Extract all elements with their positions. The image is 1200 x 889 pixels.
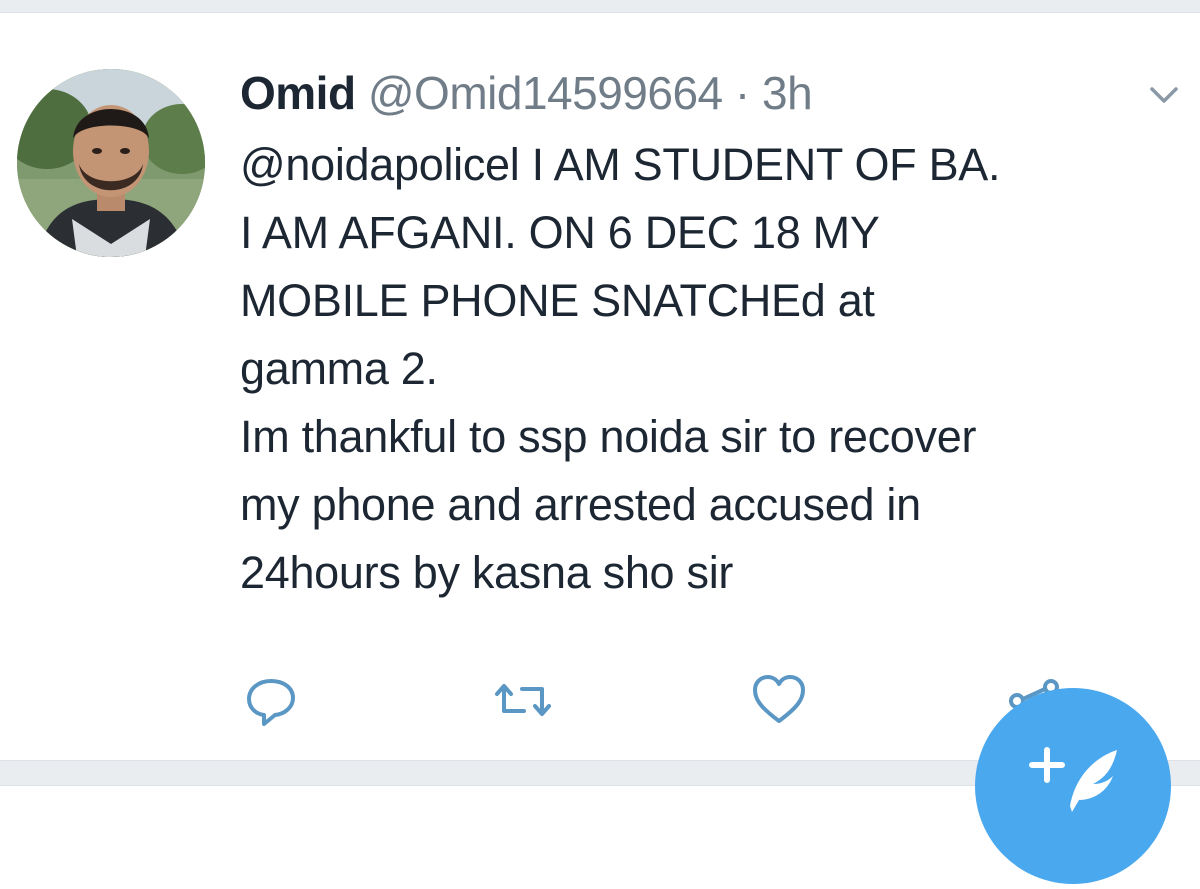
chevron-down-icon[interactable]	[1146, 83, 1182, 107]
top-divider	[0, 0, 1200, 13]
like-button[interactable]	[750, 671, 808, 729]
compose-tweet-button[interactable]	[975, 688, 1171, 884]
tweet-card[interactable]: Omid @Omid14599664 · 3h @noidapolicel I …	[0, 13, 1200, 753]
header-separator: ·	[734, 67, 750, 119]
tweet-text-line: Im thankful to ssp noida sir to recover	[240, 411, 977, 462]
reply-button[interactable]	[242, 671, 300, 729]
tweet-text-line: 24hours by kasna sho sir	[240, 547, 734, 598]
tweet-timestamp[interactable]: 3h	[762, 67, 813, 119]
reply-icon	[247, 679, 295, 726]
avatar[interactable]	[17, 69, 205, 257]
tweet-text-line: gamma 2.	[240, 343, 438, 394]
heart-icon	[753, 675, 805, 723]
avatar-photo	[17, 69, 205, 257]
retweet-icon	[495, 684, 551, 716]
tweet-text-line: my phone and arrested accused in	[240, 479, 921, 530]
retweet-button[interactable]	[494, 671, 552, 729]
tweet-text-line: @noidapolicel I AM STUDENT OF BA.	[240, 139, 1001, 190]
tweet-text: @noidapolicel I AM STUDENT OF BA. I AM A…	[240, 131, 1190, 607]
author-handle[interactable]: @Omid14599664	[368, 67, 723, 119]
author-name[interactable]: Omid	[240, 67, 356, 119]
tweet-text-line: I AM AFGANI. ON 6 DEC 18 MY	[240, 207, 880, 258]
tweet-header: Omid @Omid14599664 · 3h	[240, 65, 813, 121]
compose-tweet-icon	[1029, 747, 1117, 812]
tweet-text-line: MOBILE PHONE SNATCHEd at	[240, 275, 875, 326]
